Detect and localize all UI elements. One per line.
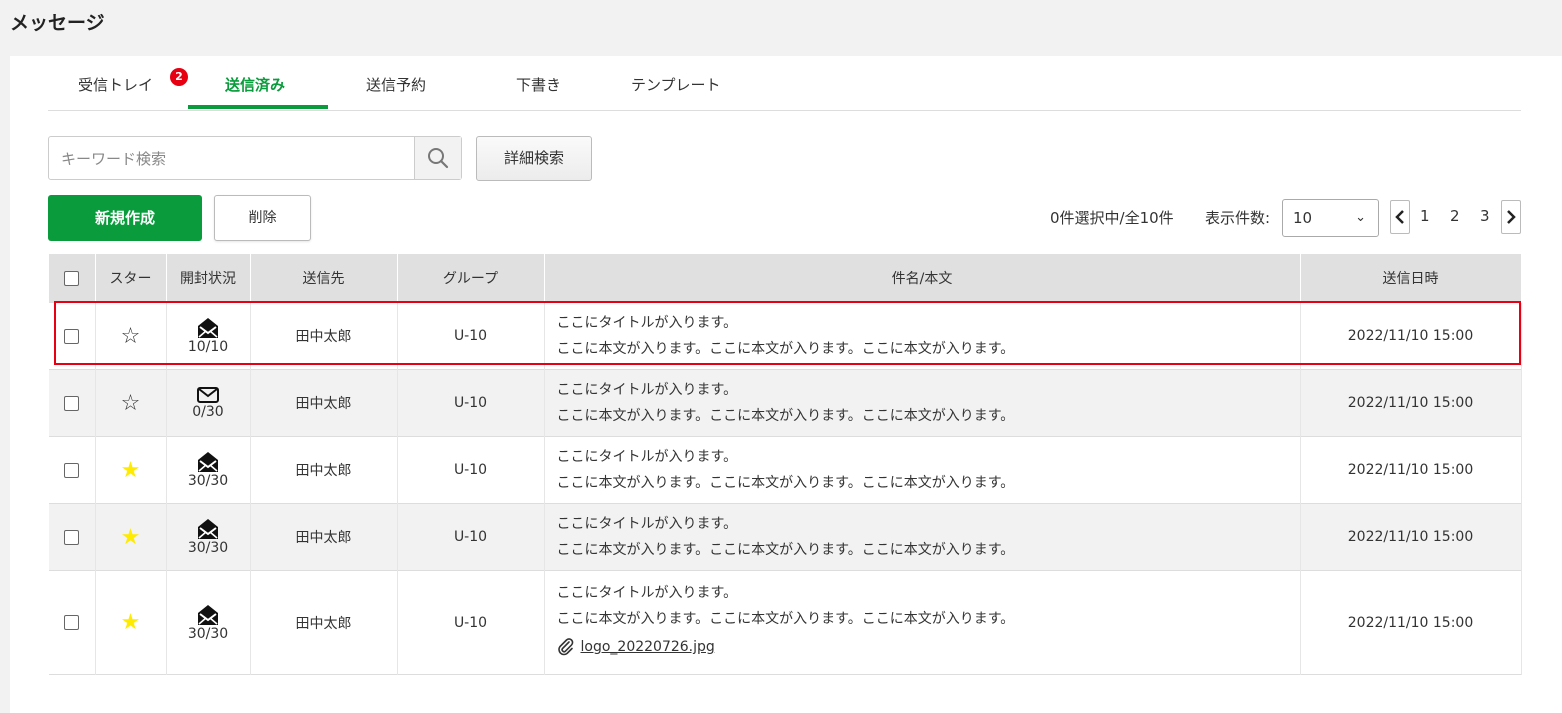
- per-page-label: 表示件数:: [1205, 209, 1271, 227]
- next-page-button[interactable]: [1501, 200, 1521, 234]
- attachment-link[interactable]: logo_20220726.jpg: [581, 634, 715, 660]
- subject-cell[interactable]: ここにタイトルが入ります。 ここに本文が入ります。ここに本文が入ります。ここに本…: [544, 503, 1301, 571]
- subject-cell[interactable]: ここにタイトルが入ります。 ここに本文が入ります。ここに本文が入ります。ここに本…: [544, 436, 1301, 504]
- sent-date-cell: 2022/11/10 15:00: [1300, 436, 1522, 504]
- table-row[interactable]: ★ 30/30 田中太郎 U-10 ここにタイトルが入ります。 ここに本文が入り…: [49, 570, 1522, 675]
- open-count: 30/30: [187, 473, 229, 489]
- row-checkbox[interactable]: [64, 529, 80, 545]
- chevron-left-icon: [1395, 210, 1404, 224]
- envelope-icon: [197, 387, 219, 403]
- group-cell: U-10: [397, 503, 545, 571]
- tab-sent[interactable]: 送信済み: [225, 74, 285, 95]
- group-cell: U-10: [397, 436, 545, 504]
- sent-messages-table: スター 開封状況 送信先 グループ 件名/本文 送信日時 ☆ 10/10 田中太…: [49, 254, 1522, 675]
- star-icon[interactable]: ★: [121, 610, 141, 635]
- chevron-down-icon: ⌄: [1355, 210, 1366, 225]
- message-title: ここにタイトルが入ります。: [556, 516, 738, 532]
- group-cell: U-10: [397, 369, 545, 437]
- page-title: メッセージ: [10, 12, 105, 34]
- recipient-cell: 田中太郎: [250, 436, 398, 504]
- message-body: ここに本文が入ります。ここに本文が入ります。ここに本文が入ります。: [556, 611, 1015, 627]
- recipient-cell: 田中太郎: [250, 302, 398, 370]
- select-all-checkbox[interactable]: [64, 270, 80, 286]
- tab-bar: 受信トレイ 2 送信済み 送信予約 下書き テンプレート: [48, 56, 1521, 111]
- message-title: ここにタイトルが入ります。: [556, 585, 738, 601]
- message-body: ここに本文が入ります。ここに本文が入ります。ここに本文が入ります。: [556, 542, 1015, 558]
- row-checkbox[interactable]: [64, 462, 80, 478]
- prev-page-button[interactable]: [1390, 200, 1410, 234]
- selection-count: 0件選択中/全10件: [1050, 209, 1174, 227]
- group-cell: U-10: [397, 570, 545, 675]
- sent-date-cell: 2022/11/10 15:00: [1300, 302, 1522, 370]
- unread-badge: 2: [170, 68, 188, 86]
- table-header-row: スター 開封状況 送信先 グループ 件名/本文 送信日時: [49, 254, 1522, 303]
- row-checkbox[interactable]: [64, 395, 80, 411]
- header-star[interactable]: スター: [95, 254, 167, 303]
- active-tab-indicator: [188, 105, 328, 109]
- header-recipient[interactable]: 送信先: [250, 254, 398, 303]
- select-all-cell: [49, 254, 96, 303]
- attachment: logo_20220726.jpg: [557, 634, 715, 660]
- message-title: ここにタイトルが入ります。: [556, 449, 738, 465]
- messages-panel: 受信トレイ 2 送信済み 送信予約 下書き テンプレート 詳細検索 新規作成 削…: [10, 56, 1562, 713]
- envelope-open-icon: [198, 452, 218, 472]
- star-icon[interactable]: ☆: [121, 391, 141, 416]
- open-count: 30/30: [187, 540, 229, 556]
- page-3[interactable]: 3: [1480, 207, 1490, 225]
- search-icon: [428, 148, 449, 169]
- sent-date-cell: 2022/11/10 15:00: [1300, 570, 1522, 675]
- open-count: 0/30: [192, 404, 224, 420]
- subject-cell[interactable]: ここにタイトルが入ります。 ここに本文が入ります。ここに本文が入ります。ここに本…: [544, 570, 1301, 675]
- star-icon[interactable]: ★: [121, 458, 141, 483]
- group-cell: U-10: [397, 302, 545, 370]
- search-input[interactable]: [49, 137, 429, 181]
- star-icon[interactable]: ★: [121, 525, 141, 550]
- open-count: 30/30: [187, 625, 229, 642]
- message-body: ここに本文が入ります。ここに本文が入ります。ここに本文が入ります。: [556, 408, 1015, 424]
- star-icon[interactable]: ☆: [121, 324, 141, 349]
- search-box: [48, 136, 462, 181]
- row-checkbox[interactable]: [64, 615, 80, 630]
- message-title: ここにタイトルが入ります。: [556, 382, 738, 398]
- tab-inbox[interactable]: 受信トレイ: [78, 74, 153, 95]
- header-open-status[interactable]: 開封状況: [166, 254, 251, 303]
- row-checkbox[interactable]: [64, 328, 80, 344]
- recipient-cell: 田中太郎: [250, 369, 398, 437]
- page-2[interactable]: 2: [1450, 207, 1460, 225]
- header-sent-date[interactable]: 送信日時: [1300, 254, 1522, 303]
- header-group[interactable]: グループ: [397, 254, 545, 303]
- table-row[interactable]: ★ 30/30 田中太郎 U-10 ここにタイトルが入ります。 ここに本文が入り…: [49, 436, 1522, 504]
- message-body: ここに本文が入ります。ここに本文が入ります。ここに本文が入ります。: [556, 475, 1015, 491]
- message-title: ここにタイトルが入ります。: [556, 315, 738, 331]
- recipient-cell: 田中太郎: [250, 503, 398, 571]
- recipient-cell: 田中太郎: [250, 570, 398, 675]
- subject-cell[interactable]: ここにタイトルが入ります。 ここに本文が入ります。ここに本文が入ります。ここに本…: [544, 369, 1301, 437]
- header-subject[interactable]: 件名/本文: [544, 254, 1301, 303]
- sent-date-cell: 2022/11/10 15:00: [1300, 369, 1522, 437]
- table-row[interactable]: ☆ 0/30 田中太郎 U-10 ここにタイトルが入ります。 ここに本文が入りま…: [49, 369, 1522, 437]
- table-row[interactable]: ★ 30/30 田中太郎 U-10 ここにタイトルが入ります。 ここに本文が入り…: [49, 503, 1522, 571]
- sent-date-cell: 2022/11/10 15:00: [1300, 503, 1522, 571]
- message-body: ここに本文が入ります。ここに本文が入ります。ここに本文が入ります。: [556, 341, 1015, 357]
- open-count: 10/10: [187, 339, 229, 355]
- advanced-search-button[interactable]: 詳細検索: [476, 136, 592, 181]
- search-button[interactable]: [414, 137, 461, 179]
- delete-button[interactable]: 削除: [214, 195, 311, 241]
- page-1[interactable]: 1: [1420, 207, 1430, 225]
- chevron-right-icon: [1507, 210, 1516, 224]
- subject-cell[interactable]: ここにタイトルが入ります。 ここに本文が入ります。ここに本文が入ります。ここに本…: [544, 302, 1301, 370]
- new-message-button[interactable]: 新規作成: [48, 195, 202, 241]
- per-page-value: 10: [1293, 209, 1313, 227]
- tab-scheduled[interactable]: 送信予約: [366, 74, 426, 95]
- paperclip-icon: [557, 638, 573, 656]
- tab-templates[interactable]: テンプレート: [631, 74, 721, 95]
- envelope-open-icon: [198, 519, 218, 539]
- tab-drafts[interactable]: 下書き: [516, 74, 561, 95]
- envelope-open-icon: [198, 604, 218, 625]
- table-row[interactable]: ☆ 10/10 田中太郎 U-10 ここにタイトルが入ります。 ここに本文が入り…: [49, 302, 1522, 370]
- envelope-open-icon: [198, 318, 218, 338]
- per-page-select[interactable]: 10 ⌄: [1282, 199, 1379, 237]
